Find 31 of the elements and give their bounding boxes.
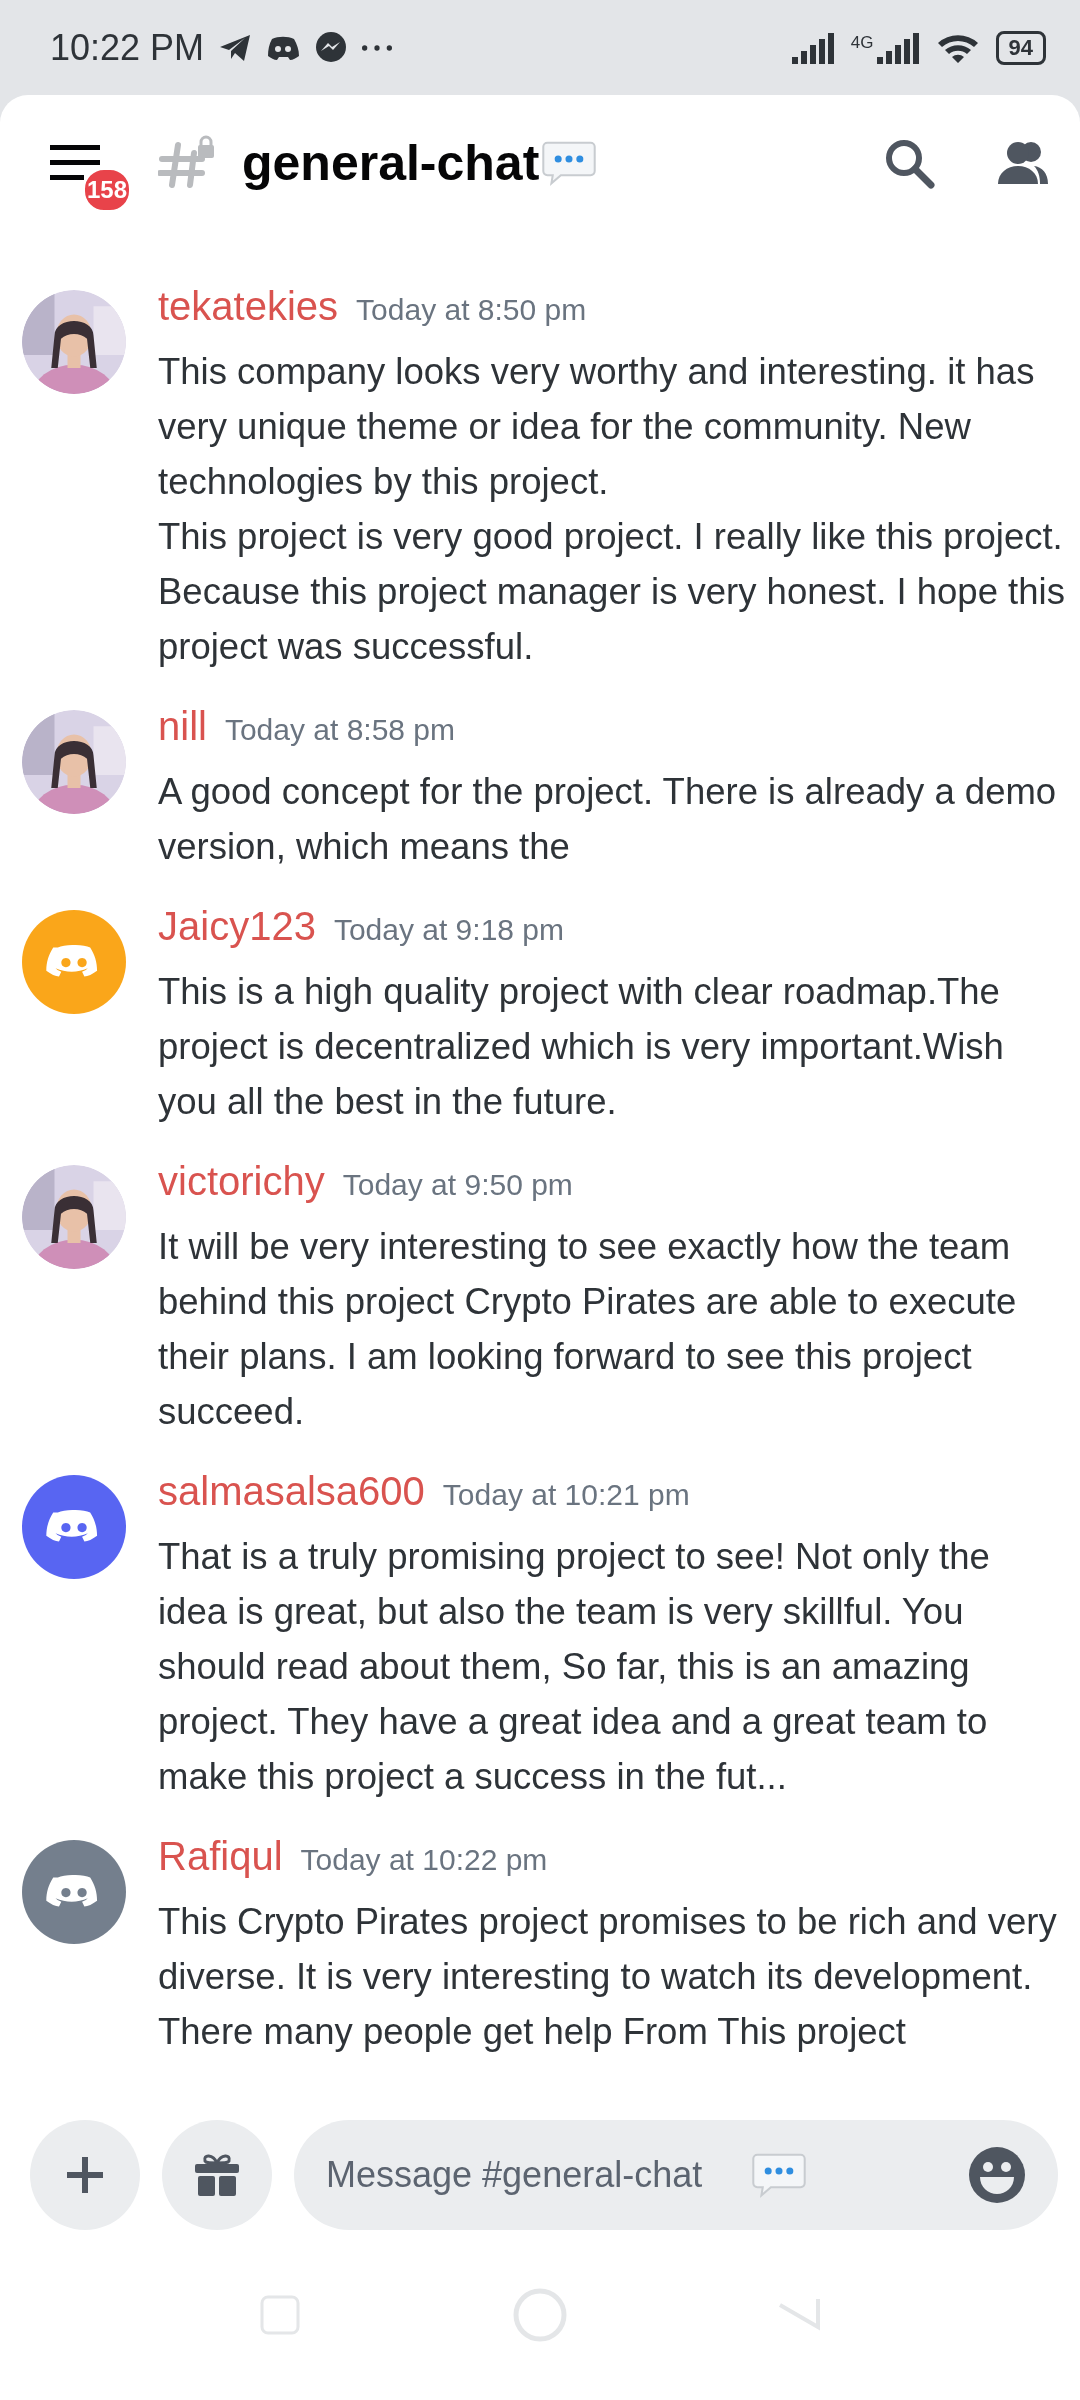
message-text: This is a high quality project with clear roadmap.The project is decentralized which is very important.Wish you all the best in the future.: [158, 970, 1005, 1124]
battery-indicator: 94: [995, 30, 1046, 65]
message-text: That is a truly promising project to see! Not only the idea is great, but also the team is very skillful. You should read about them, So far, this is an amazing project. They have a great idea and a great team to make this project a success in the fut...: [158, 1535, 991, 1799]
network-type: 4G: [850, 33, 874, 51]
timestamp: Today at 9:50 pm: [342, 1168, 573, 1202]
message-input[interactable]: Message #general-chat: [326, 2154, 750, 2196]
username[interactable]: victorichy: [158, 1159, 325, 1204]
message-text: This company looks very worthy and interesting. it has very unique theme or idea for the community. New technologies by this project. This project is very good project. I really like this project. Because this project manager is very honest. I hope this project was successful.: [158, 350, 1066, 669]
username[interactable]: salmasalsa600: [158, 1469, 425, 1514]
signal-icon: [790, 30, 837, 65]
username[interactable]: Rafiqul: [158, 1834, 283, 1879]
timestamp: Today at 10:21 pm: [442, 1478, 690, 1512]
smiley-icon[interactable]: [968, 2146, 1026, 2204]
channel-title: general-chat: [242, 133, 540, 192]
timestamp: Today at 9:18 pm: [333, 913, 565, 947]
signal-icon: [875, 30, 922, 65]
username[interactable]: Jaicy123: [158, 904, 316, 949]
message-text: This Crypto Pirates project promises to be rich and very diverse. It is very interesting to watch its development. There many people get help From This project: [158, 1900, 1058, 2054]
username[interactable]: nill: [158, 704, 207, 749]
speech-bubble-icon: [751, 2152, 808, 2198]
chat-bolt-icon: [314, 30, 349, 65]
locked-channel-icon: [158, 134, 216, 191]
timestamp: Today at 8:58 pm: [224, 713, 456, 747]
timestamp: Today at 8:50 pm: [356, 293, 587, 327]
username[interactable]: tekatekies: [158, 284, 339, 329]
more-icon: [362, 42, 393, 53]
message-text: It will be very interesting to see exactly how the team behind this project Crypto Pirates are able to execute their plans. I am looking forward to see this project succeed.: [158, 1225, 1018, 1434]
timestamp: Today at 10:22 pm: [300, 1843, 548, 1877]
status-time: 10:22 PM: [50, 26, 205, 69]
message-text: A good concept for the project. There is already a demo version, which means the: [158, 770, 1058, 869]
speech-bubble-icon: [541, 139, 598, 186]
